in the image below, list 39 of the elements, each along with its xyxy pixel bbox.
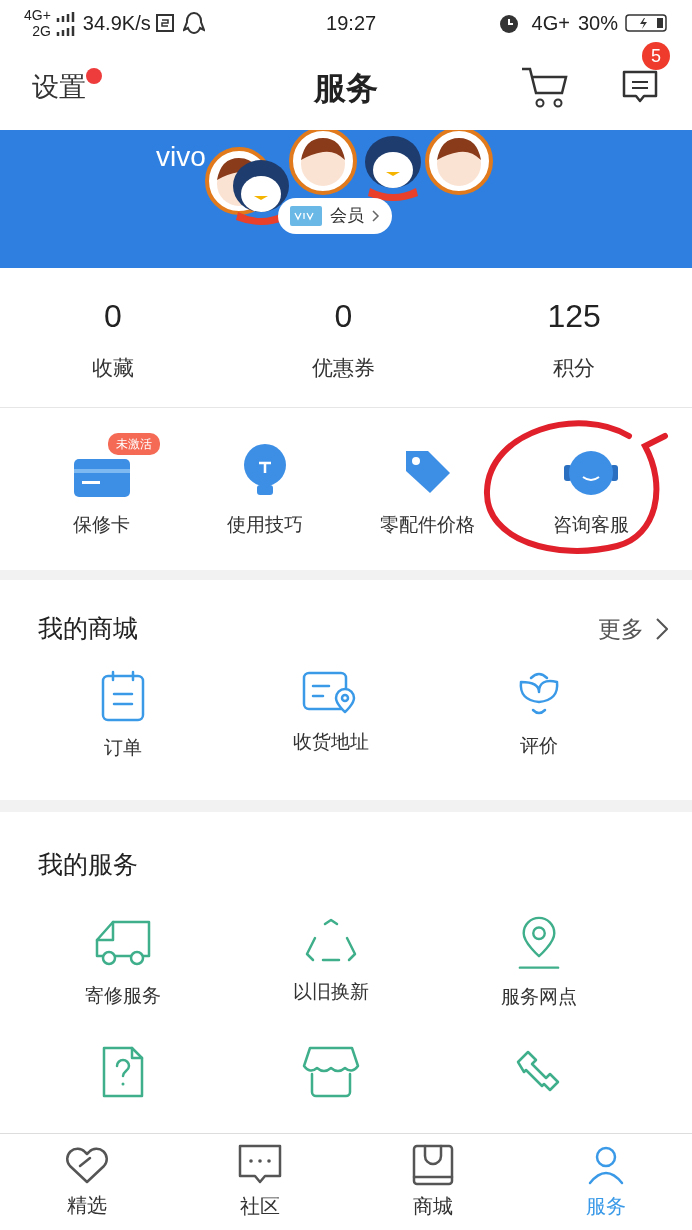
section-title: 我的服务 xyxy=(37,849,139,880)
battery-percent: 30% xyxy=(577,10,618,36)
stat-label: 积分 xyxy=(553,354,596,381)
stat-label: 收藏 xyxy=(91,354,134,381)
penguin-notification-icon xyxy=(182,10,205,35)
network-label: 2G xyxy=(32,22,51,39)
banner-text: vivo xyxy=(156,140,206,174)
cart-button[interactable] xyxy=(520,66,568,109)
stat-value: 125 xyxy=(547,296,601,336)
status-badge: 未激活 xyxy=(108,432,160,455)
stat-value: 0 xyxy=(334,296,353,336)
settings-button[interactable]: 设置 xyxy=(32,67,86,108)
quick-action-button[interactable]: 零配件价格 xyxy=(380,438,475,540)
member-button[interactable]: 会员 xyxy=(278,198,392,234)
status-time: 19:27 xyxy=(326,10,377,36)
network-speed: 34.9K/s xyxy=(82,10,151,36)
section-title: 我的商城 xyxy=(38,613,138,644)
heart-clip-icon xyxy=(63,1144,110,1186)
cart-icon xyxy=(520,66,568,109)
stat-label: 优惠券 xyxy=(312,354,375,381)
shopping-bag-icon xyxy=(410,1143,455,1187)
nav-tab[interactable]: 商城 xyxy=(346,1143,519,1221)
brand-logo-icon xyxy=(290,206,322,226)
network-label: 4G+ xyxy=(531,10,570,36)
message-count-badge: 5 xyxy=(642,42,670,70)
avatar-icon xyxy=(424,130,494,196)
battery-icon xyxy=(622,12,668,33)
nav-tab[interactable]: 精选 xyxy=(0,1144,173,1220)
chevron-right-icon xyxy=(656,617,668,640)
chevron-right-icon xyxy=(372,210,380,222)
stat-value: 0 xyxy=(103,296,122,336)
nav-tab[interactable]: 社区 xyxy=(173,1143,346,1221)
quick-action-button[interactable]: 咨询客服 xyxy=(552,438,629,540)
more-link[interactable]: 更多 xyxy=(598,611,668,646)
network-label: 4G+ xyxy=(24,6,51,23)
avatar-icon xyxy=(288,130,358,196)
app-notification-icon xyxy=(154,12,175,33)
quick-action-button[interactable]: 使用技巧 xyxy=(226,438,303,540)
page-title: 服务 xyxy=(314,68,378,108)
